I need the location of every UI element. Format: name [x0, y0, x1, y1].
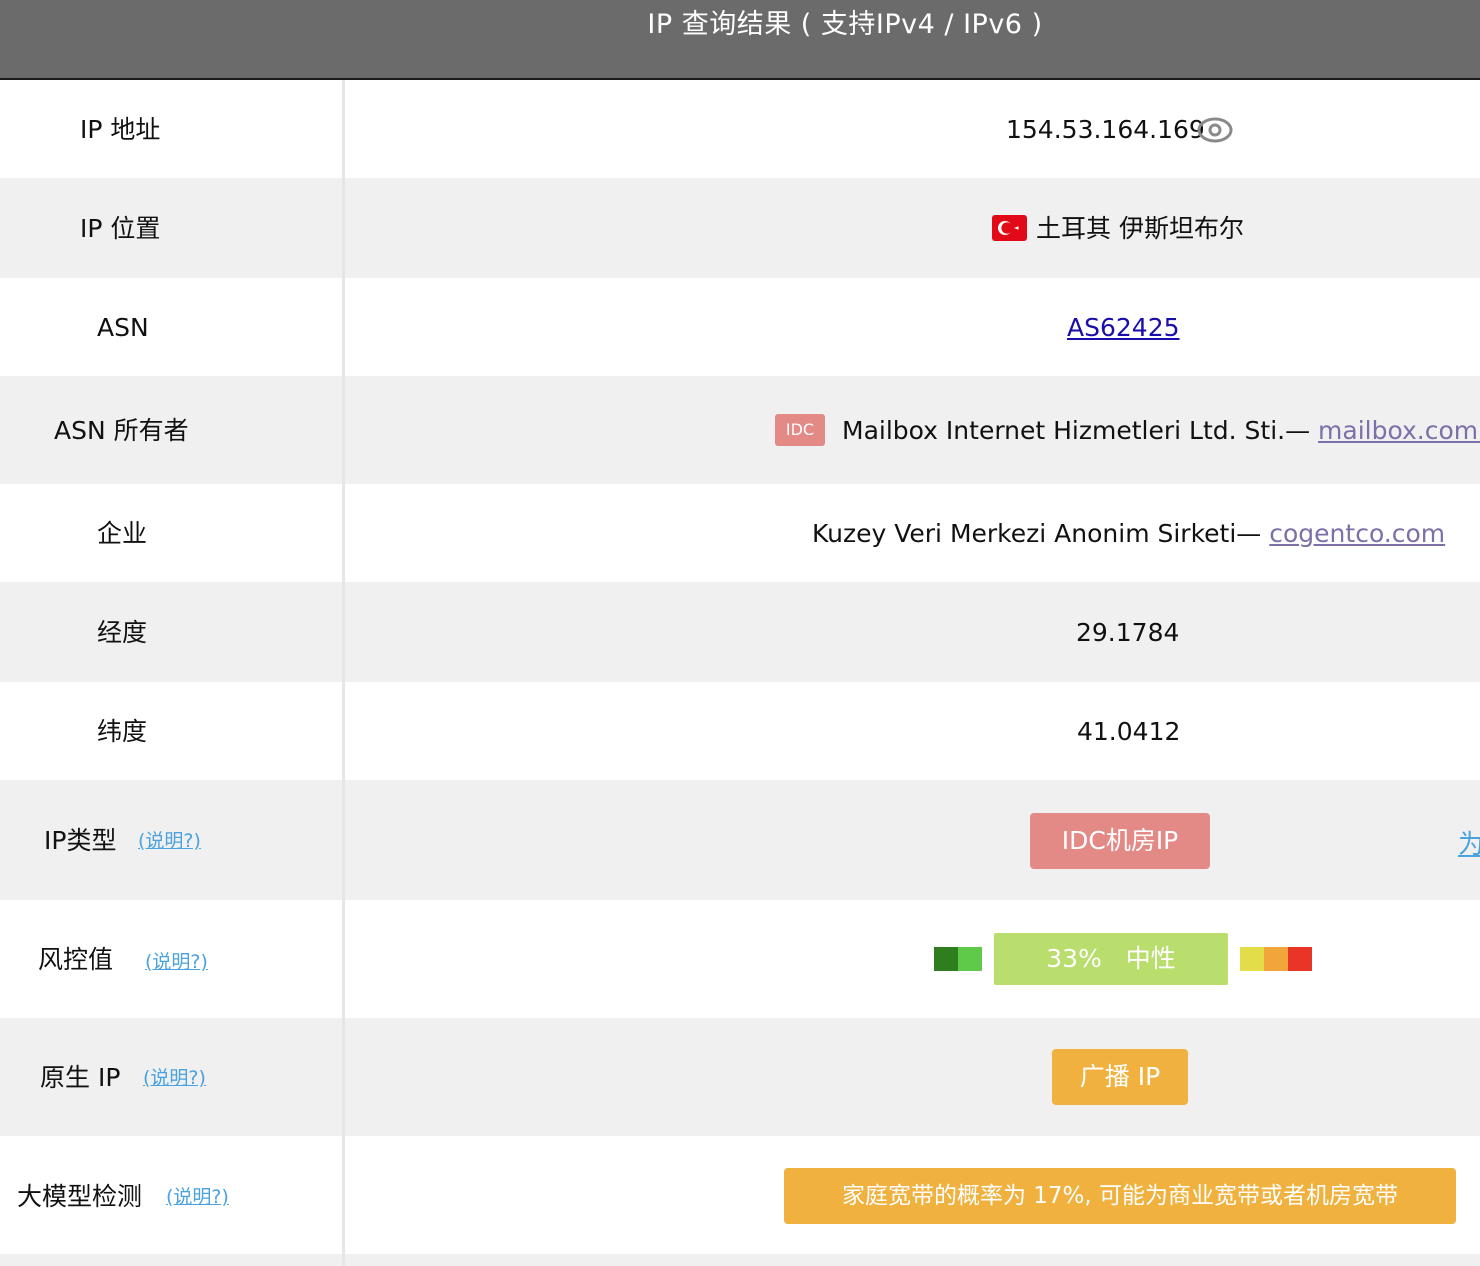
llm-detection-pill: 家庭宽带的概率为 17%, 可能为商业宽带或者机房宽带 — [784, 1168, 1456, 1224]
native-ip-pill: 广播 IP — [1052, 1049, 1188, 1105]
asn-owner-label: ASN 所有者 — [54, 416, 189, 445]
row-asn — [0, 278, 1480, 376]
column-divider — [342, 80, 345, 1266]
latitude-value: 41.0412 — [1077, 717, 1181, 746]
asn-owner-name: Mailbox Internet Hizmetleri Ltd. Sti.— — [842, 416, 1311, 445]
risk-score-label: 风控值 — [38, 945, 114, 974]
longitude-label: 经度 — [97, 618, 148, 647]
ip-type-help-link[interactable]: (说明?) — [138, 829, 201, 853]
asn-owner-domain-link[interactable]: mailbox.com.tr — [1318, 416, 1480, 445]
row-longitude — [0, 582, 1480, 682]
native-ip-label: 原生 IP — [40, 1063, 121, 1092]
ip-type-pill: IDC机房IP — [1030, 813, 1210, 869]
risk-scale-orange — [1264, 947, 1288, 971]
llm-detection-help-link[interactable]: (说明?) — [166, 1185, 229, 1209]
page-header: IP 查询结果 ( 支持IPv4 / IPv6 ) — [0, 0, 1480, 80]
risk-scale-green — [958, 947, 982, 971]
latitude-label: 纬度 — [97, 717, 148, 746]
risk-scale-dark-green — [934, 947, 958, 971]
ip-address-label: IP 地址 — [80, 115, 161, 144]
ip-address-value: 154.53.164.169 — [1006, 115, 1205, 144]
ip-type-overflow-link[interactable]: 为 — [1458, 824, 1480, 861]
company-domain-link[interactable]: cogentco.com — [1269, 519, 1445, 548]
eye-icon[interactable] — [1196, 116, 1234, 144]
row-ip-address — [0, 80, 1480, 178]
risk-score-pill: 33% 中性 — [994, 933, 1228, 985]
page-title: IP 查询结果 ( 支持IPv4 / IPv6 ) — [647, 9, 1043, 40]
ip-type-label: IP类型 — [44, 826, 117, 855]
longitude-value: 29.1784 — [1076, 618, 1180, 647]
idc-badge: IDC — [775, 414, 825, 446]
asn-link[interactable]: AS62425 — [1067, 313, 1180, 343]
asn-owner-value: Mailbox Internet Hizmetleri Ltd. Sti.— m… — [842, 416, 1480, 446]
ip-location-label: IP 位置 — [80, 214, 161, 243]
row-ip-location — [0, 178, 1480, 278]
risk-score-help-link[interactable]: (说明?) — [145, 950, 208, 974]
native-ip-help-link[interactable]: (说明?) — [143, 1066, 206, 1090]
risk-score-percent: 33% — [1046, 944, 1102, 973]
row-native-ip — [0, 1018, 1480, 1136]
turkey-flag-icon — [992, 215, 1027, 241]
row-latitude — [0, 682, 1480, 780]
risk-score-level: 中性 — [1125, 944, 1176, 973]
row-ip-type — [0, 780, 1480, 900]
company-value: Kuzey Veri Merkezi Anonim Sirketi— cogen… — [812, 519, 1445, 549]
llm-detection-label: 大模型检测 — [17, 1182, 143, 1211]
risk-scale-red — [1288, 947, 1312, 971]
asn-label: ASN — [97, 313, 149, 342]
risk-scale-yellow — [1240, 947, 1264, 971]
ip-location-value: 土耳其 伊斯坦布尔 — [1036, 214, 1244, 243]
row-next — [0, 1254, 1480, 1266]
company-label: 企业 — [97, 519, 148, 548]
company-name: Kuzey Veri Merkezi Anonim Sirketi— — [812, 519, 1262, 548]
